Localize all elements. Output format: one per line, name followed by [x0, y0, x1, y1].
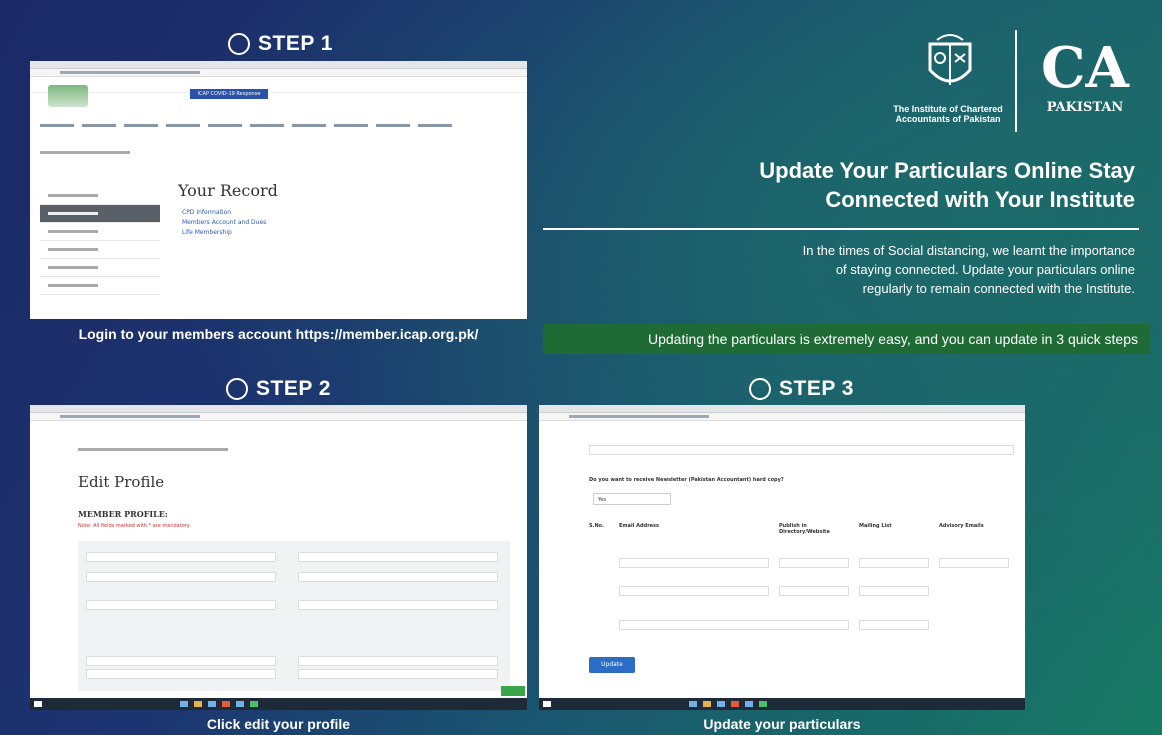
taskbar — [539, 698, 1025, 710]
breadcrumb — [40, 151, 130, 154]
taskbar — [30, 698, 527, 710]
record-title: Your Record — [178, 181, 278, 200]
ca-logo: CA — [1040, 35, 1130, 101]
headline-line-2: Connected with Your Institute — [825, 187, 1135, 212]
info-banner: Updating the particulars is extremely ea… — [543, 324, 1150, 354]
step-1-screenshot: ICAP COVID-19 Response Your Record CPD I… — [30, 61, 527, 319]
email-table-header: S.No. Email Address Publish in Directory… — [589, 523, 984, 535]
step-3-label: STEP 3 — [779, 377, 854, 400]
link-cpd[interactable]: CPD Information — [182, 209, 266, 216]
banner-text: Updating the particulars is extremely ea… — [647, 331, 1138, 347]
intro-line-2: of staying connected. Update your partic… — [835, 262, 1135, 277]
pakistan-label: PAKISTAN — [1046, 100, 1124, 115]
update-button[interactable]: Update — [589, 657, 635, 673]
icap-logo — [48, 85, 88, 107]
headline: Update Your Particulars Online Stay Conn… — [560, 156, 1135, 214]
step-2-title: STEP 2 — [226, 377, 331, 401]
record-links: CPD Information Members Account and Dues… — [182, 209, 266, 239]
link-dues[interactable]: Members Account and Dues — [182, 219, 266, 226]
intro-text: In the times of Social distancing, we le… — [560, 241, 1135, 298]
step-3-caption: Update your particulars — [703, 716, 861, 732]
member-profile-heading: MEMBER PROFILE: — [78, 509, 168, 519]
previous-field[interactable] — [589, 445, 1014, 455]
step-1-title: STEP 1 — [228, 32, 333, 56]
newsletter-question: Do you want to receive Newsletter (Pakis… — [589, 477, 784, 483]
main-menu — [40, 115, 517, 127]
step-1-caption: Login to your members account https://me… — [78, 326, 479, 342]
user-search-icon — [228, 33, 250, 55]
icap-crest-logo — [915, 30, 985, 98]
user-edit-icon — [226, 378, 248, 400]
newsletter-select[interactable]: Yes — [593, 493, 671, 505]
mandatory-note: Note: All fields marked with * are manda… — [78, 523, 191, 529]
intro-line-3: regularly to remain connected with the I… — [862, 281, 1135, 296]
step-2-caption: Click edit your profile — [206, 716, 351, 732]
step-1-label: STEP 1 — [258, 32, 333, 55]
intro-line-1: In the times of Social distancing, we le… — [802, 243, 1135, 258]
profile-form — [78, 541, 510, 691]
headline-divider — [543, 228, 1139, 230]
email-table — [589, 545, 1014, 635]
edit-profile-title: Edit Profile — [78, 473, 165, 491]
link-life-membership[interactable]: Life Membership — [182, 229, 266, 236]
step-3-title: STEP 3 — [749, 377, 854, 401]
breadcrumb — [78, 448, 228, 451]
covid-button[interactable]: ICAP COVID-19 Response — [190, 89, 268, 99]
chat-button[interactable] — [501, 686, 525, 696]
headline-line-1: Update Your Particulars Online Stay — [759, 158, 1135, 183]
logo-divider — [1015, 30, 1017, 132]
institute-name: The Institute of Chartered Accountants o… — [893, 104, 1003, 124]
member-sidebar — [40, 187, 160, 295]
step-3-screenshot: Do you want to receive Newsletter (Pakis… — [539, 405, 1025, 710]
refresh-icon — [749, 378, 771, 400]
step-2-label: STEP 2 — [256, 377, 331, 400]
step-2-screenshot: Edit Profile MEMBER PROFILE: Note: All f… — [30, 405, 527, 710]
